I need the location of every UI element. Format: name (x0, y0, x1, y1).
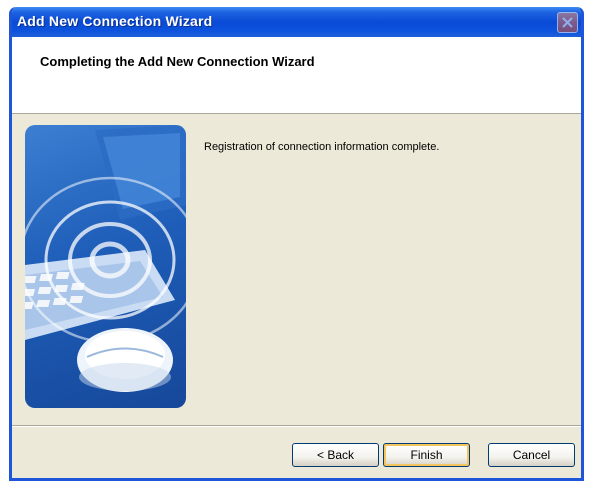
cancel-button[interactable]: Cancel (488, 443, 575, 467)
close-icon (562, 17, 573, 28)
page-title: Completing the Add New Connection Wizard (40, 54, 315, 69)
wizard-header: Completing the Add New Connection Wizard (12, 37, 581, 114)
title-bar[interactable]: Add New Connection Wizard (12, 7, 581, 37)
wireless-keyboard-mouse-illustration (25, 125, 186, 408)
wizard-window: Add New Connection Wizard Completing the… (9, 7, 584, 481)
back-button[interactable]: < Back (292, 443, 379, 467)
window-title: Add New Connection Wizard (17, 13, 213, 29)
wizard-content: Registration of connection information c… (12, 114, 581, 414)
close-button[interactable] (557, 12, 578, 33)
finish-button[interactable]: Finish (383, 443, 470, 467)
status-message: Registration of connection information c… (204, 141, 440, 153)
button-separator (12, 425, 581, 427)
